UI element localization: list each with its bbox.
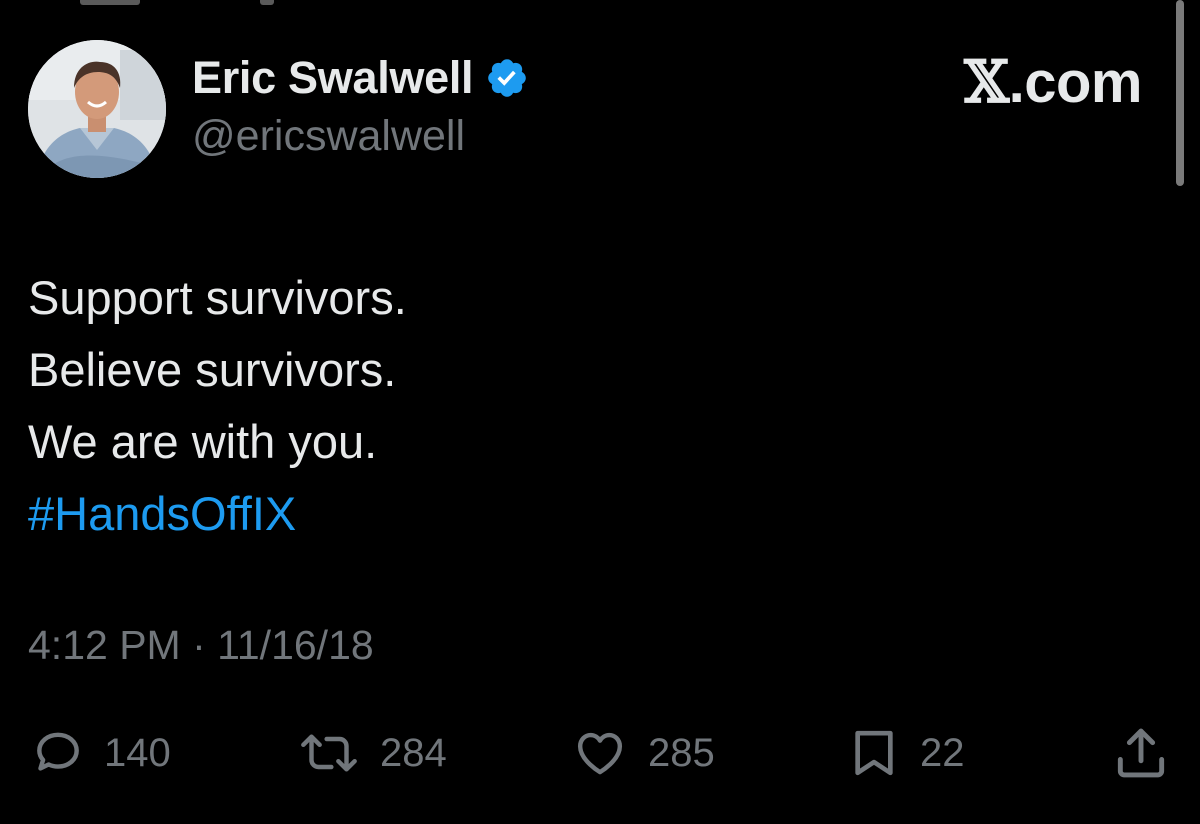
top-edge-sliver xyxy=(0,0,1200,8)
retweet-button[interactable]: 284 xyxy=(296,716,447,790)
user-handle[interactable]: @ericswalwell xyxy=(192,112,465,161)
like-icon xyxy=(577,732,623,775)
like-button[interactable]: 285 xyxy=(570,716,715,790)
retweet-icon xyxy=(301,734,357,772)
action-bar: 140 284 285 22 xyxy=(0,716,1200,796)
like-count: 285 xyxy=(648,730,715,775)
avatar-photo xyxy=(28,40,166,178)
share-button[interactable] xyxy=(1110,716,1172,790)
brand-suffix: .com xyxy=(1008,50,1143,115)
tweet-line-2: Believe survivors. xyxy=(28,343,397,396)
avatar[interactable] xyxy=(28,40,166,178)
tweet-timestamp[interactable]: 4:12 PM · 11/16/18 xyxy=(28,622,374,669)
share-icon xyxy=(1117,728,1165,778)
bookmark-icon xyxy=(855,730,893,776)
display-name[interactable]: Eric Swalwell xyxy=(192,52,474,104)
verified-badge-icon[interactable] xyxy=(485,56,529,100)
reply-icon xyxy=(37,732,79,771)
x-logo-icon: 𝕏 xyxy=(964,48,1009,116)
bookmark-button[interactable]: 22 xyxy=(846,716,965,790)
tweet-text: Support survivors. Believe survivors. We… xyxy=(28,262,407,550)
author-name-row[interactable]: Eric Swalwell xyxy=(192,50,529,106)
scrollbar[interactable] xyxy=(1176,0,1184,186)
tweet-line-1: Support survivors. xyxy=(28,271,407,324)
reply-count: 140 xyxy=(104,730,171,775)
reply-button[interactable]: 140 xyxy=(30,716,171,790)
hashtag-link[interactable]: #HandsOffIX xyxy=(28,478,407,550)
tweet-line-3: We are with you. xyxy=(28,415,378,468)
x-com-watermark: 𝕏 .com xyxy=(964,48,1142,116)
retweet-count: 284 xyxy=(380,730,447,775)
bookmark-count: 22 xyxy=(920,730,965,775)
